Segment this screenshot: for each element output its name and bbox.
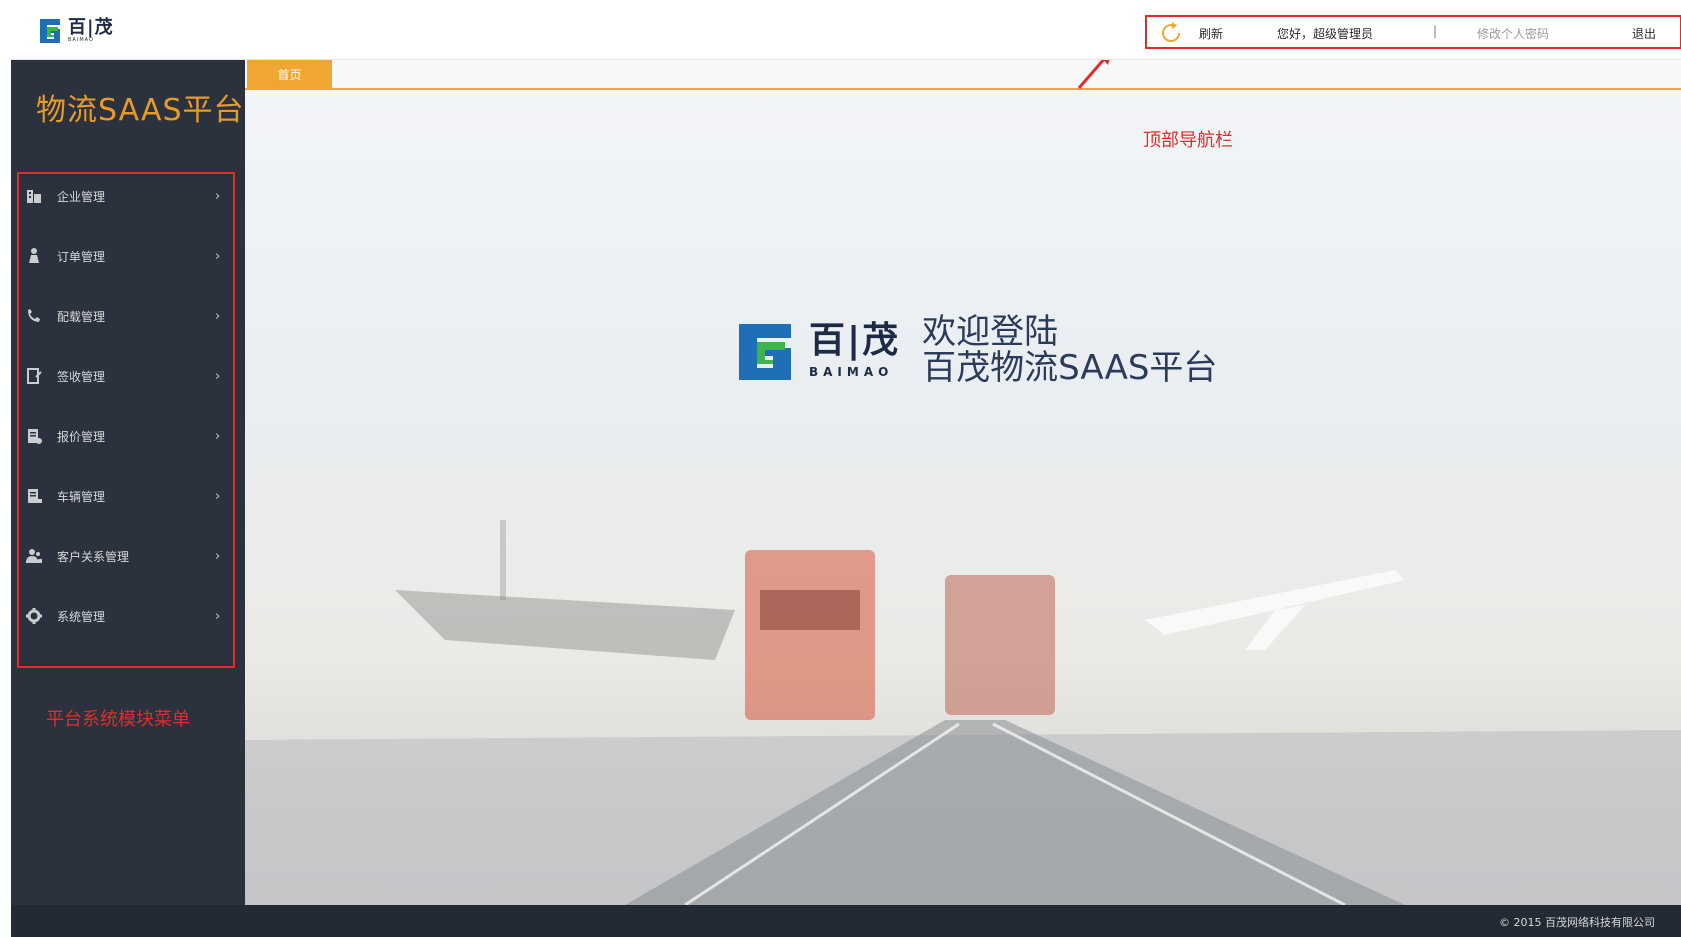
sidebar-item-orders[interactable]: 订单管理 › — [21, 236, 231, 276]
welcome-brand-cn: 百|茂 — [809, 319, 901, 361]
nav-separator: | — [1433, 24, 1438, 38]
sign-doc-icon — [27, 368, 42, 384]
sidebar-item-enterprise[interactable]: 企业管理 › — [21, 176, 231, 216]
sidebar-item-vehicles[interactable]: 车辆管理 › — [21, 476, 231, 516]
logout-link[interactable]: 退出 — [1632, 25, 1656, 42]
refresh-icon[interactable] — [1159, 21, 1183, 45]
chevron-right-icon: › — [215, 368, 221, 384]
chevron-right-icon: › — [215, 188, 221, 204]
sidebar-item-label: 报价管理 — [57, 429, 106, 444]
sidebar-item-label: 客户关系管理 — [57, 549, 130, 564]
user-greeting: 您好，超级管理员 — [1277, 27, 1374, 41]
logo-brand-cn: 百|茂 — [68, 17, 114, 38]
gear-icon — [26, 608, 42, 624]
app-logo[interactable]: 百|茂 BAIMAO — [36, 15, 114, 47]
welcome-brand-en: BAIMAO — [809, 364, 894, 379]
chevron-right-icon: › — [215, 608, 221, 624]
tab-home[interactable]: 首页 — [247, 60, 332, 88]
building-icon — [27, 190, 41, 203]
tab-bar: 首页 — [245, 60, 1681, 90]
sidebar-item-crm[interactable]: 客户关系管理 › — [21, 536, 231, 576]
sidebar-item-label: 配载管理 — [57, 309, 106, 324]
sidebar-title: 物流SAAS平台 — [36, 93, 245, 128]
main-content: 首页 顶部导航栏 百|茂 BAIMAO 欢迎登陆 百茂物流SAAS平台 — [245, 60, 1681, 905]
quote-doc-icon — [28, 429, 42, 444]
copyright-text: © 2015 百茂网络科技有限公司 — [1499, 916, 1655, 929]
phone-route-icon — [28, 309, 40, 322]
sidebar-item-system[interactable]: 系统管理 › — [21, 596, 231, 636]
sidebar-item-stowage[interactable]: 配载管理 › — [21, 296, 231, 336]
chevron-right-icon: › — [215, 248, 221, 264]
sidebar-item-label: 企业管理 — [57, 189, 106, 204]
welcome-line1: 欢迎登陆 — [922, 312, 1059, 352]
vehicle-doc-icon — [28, 489, 42, 503]
chevron-right-icon: › — [215, 308, 221, 324]
sidebar-item-label: 系统管理 — [57, 609, 106, 624]
sidebar-item-label: 签收管理 — [57, 369, 106, 384]
baimao-logo-icon — [739, 323, 791, 380]
welcome-banner: 百|茂 BAIMAO 欢迎登陆 百茂物流SAAS平台 — [733, 312, 1218, 388]
change-password-link[interactable]: 修改个人密码 — [1477, 25, 1549, 42]
logistics-background-image — [245, 520, 1681, 905]
sidebar: 物流SAAS平台 企业管理 › 订单管理 › 配载管理 › 签收管理 › 报价管… — [11, 60, 245, 905]
refresh-link[interactable]: 刷新 — [1199, 25, 1223, 42]
chevron-right-icon: › — [215, 488, 221, 504]
footer: © 2015 百茂网络科技有限公司 — [11, 905, 1681, 937]
chevron-right-icon: › — [215, 428, 221, 444]
sidebar-menu: 企业管理 › 订单管理 › 配载管理 › 签收管理 › 报价管理 › 车辆管理 … — [17, 172, 235, 668]
annotation-arrow-icon — [1077, 60, 1110, 89]
chevron-right-icon: › — [215, 548, 221, 564]
sidebar-item-quotes[interactable]: 报价管理 › — [21, 416, 231, 456]
sidebar-item-label: 车辆管理 — [57, 489, 106, 504]
welcome-line2: 百茂物流SAAS平台 — [922, 347, 1218, 388]
sidebar-item-label: 订单管理 — [57, 249, 106, 264]
top-navigation: 刷新 您好，超级管理员 | 修改个人密码 退出 — [1145, 15, 1681, 49]
sidebar-item-signoff[interactable]: 签收管理 › — [21, 356, 231, 396]
baimao-logo-icon — [40, 19, 60, 43]
person-cart-icon — [29, 248, 39, 263]
logo-brand-en: BAIMAO — [68, 37, 94, 43]
sidebar-annotation: 平台系统模块菜单 — [46, 709, 190, 730]
top-bar: 百|茂 BAIMAO 刷新 您好，超级管理员 | 修改个人密码 退出 — [11, 9, 1681, 60]
topnav-annotation: 顶部导航栏 — [1143, 130, 1233, 151]
customers-icon — [26, 549, 42, 563]
